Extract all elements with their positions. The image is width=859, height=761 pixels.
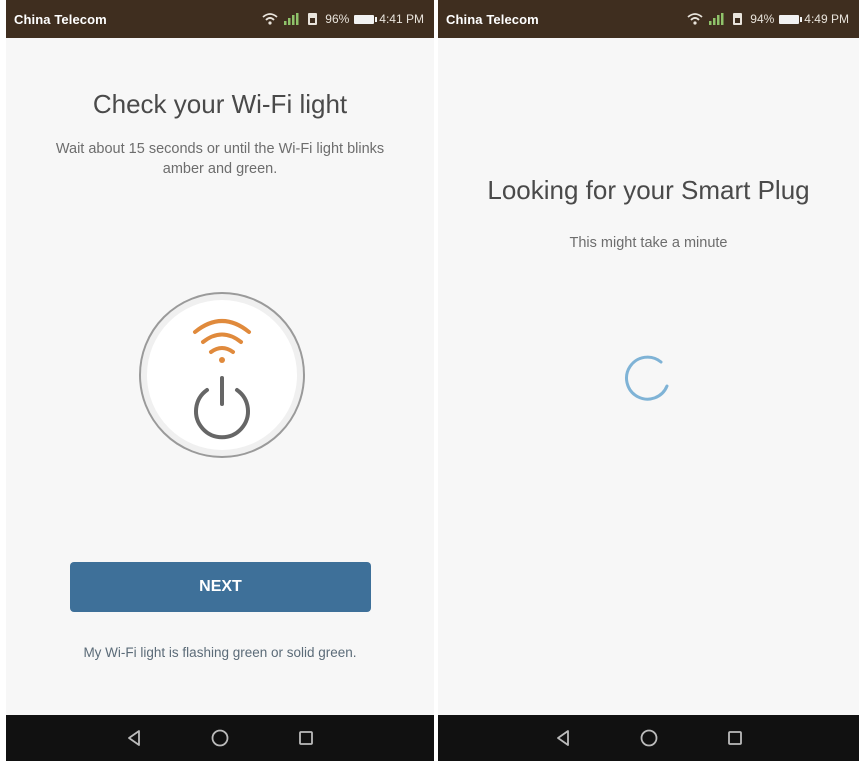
wifi-signal-icon [687, 13, 703, 25]
phone-screen-check-wifi: China Telecom 96% 4:41 PM Check your Wi-… [6, 0, 434, 761]
recents-icon[interactable] [295, 727, 317, 749]
smart-plug-wifi-power-icon [139, 292, 305, 458]
status-bar: China Telecom 94% 4:49 PM [438, 0, 859, 38]
home-icon[interactable] [638, 727, 660, 749]
page-title: Looking for your Smart Plug [487, 175, 810, 205]
recents-icon[interactable] [724, 727, 746, 749]
wifi-light-green-link[interactable]: My Wi-Fi light is flashing green or soli… [6, 645, 434, 660]
page-subtitle: Wait about 15 seconds or until the Wi-Fi… [55, 141, 385, 177]
battery-percent: 94% [750, 12, 775, 26]
status-bar: China Telecom 96% 4:41 PM [6, 0, 434, 38]
sim-card-icon [308, 13, 318, 25]
status-icons: 96% 4:41 PM [262, 12, 424, 26]
cell-signal-icon [709, 13, 724, 25]
next-button[interactable]: NEXT [70, 562, 371, 612]
clock: 4:49 PM [804, 12, 849, 26]
home-icon[interactable] [209, 727, 231, 749]
page-title: Check your Wi-Fi light [92, 89, 348, 119]
back-icon[interactable] [552, 727, 574, 749]
status-icons: 94% 4:49 PM [687, 12, 849, 26]
carrier-name: China Telecom [14, 11, 107, 27]
cell-signal-icon [284, 13, 299, 25]
battery-icon [354, 14, 378, 24]
back-icon[interactable] [123, 727, 145, 749]
clock: 4:41 PM [379, 12, 424, 26]
carrier-name: China Telecom [446, 11, 539, 27]
battery-percent: 96% [325, 12, 350, 26]
sim-card-icon [733, 13, 743, 25]
page-subtitle: This might take a minute [569, 235, 728, 251]
loading-spinner-icon [625, 355, 669, 401]
phone-screen-looking-for-plug: China Telecom 94% 4:49 PM Looking for yo… [438, 0, 859, 761]
battery-icon [779, 14, 803, 24]
android-nav-bar [438, 715, 859, 761]
wifi-signal-icon [262, 13, 278, 25]
android-nav-bar [6, 715, 434, 761]
